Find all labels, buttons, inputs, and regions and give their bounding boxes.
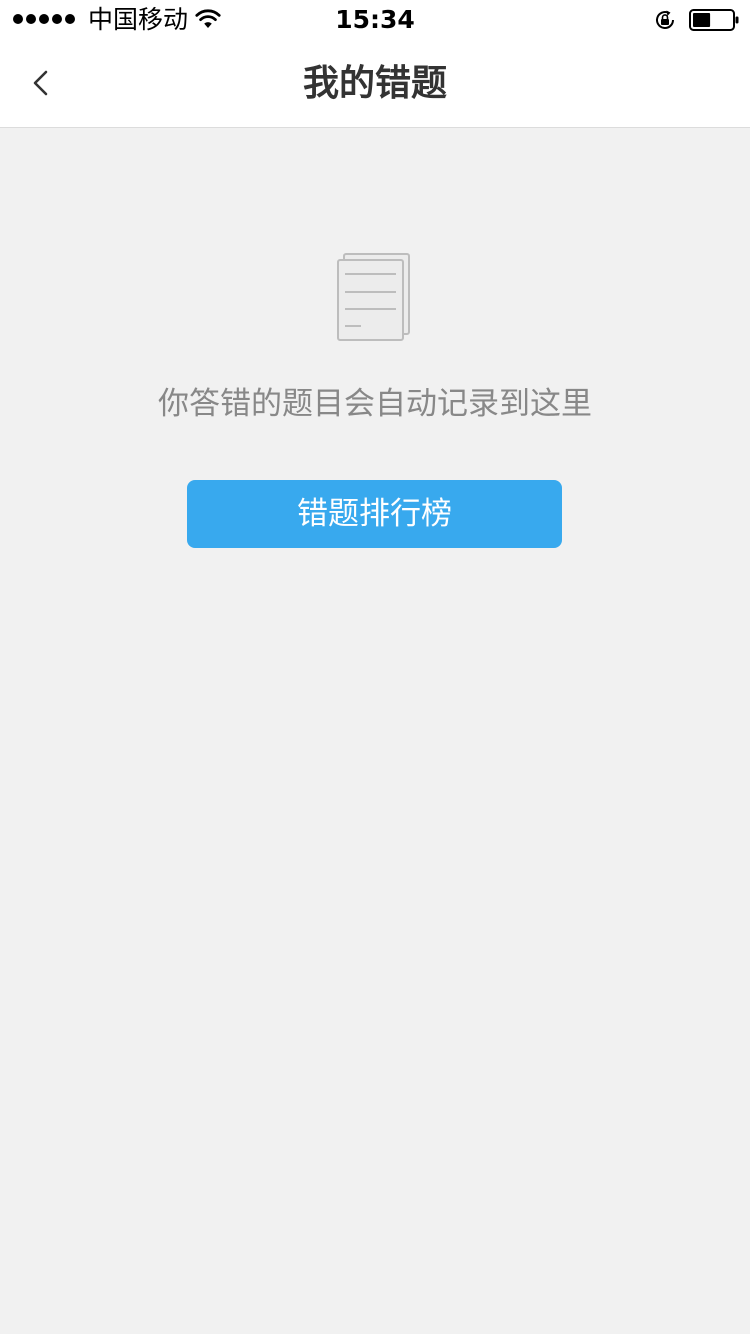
rotation-lock-icon — [656, 10, 674, 29]
chevron-left-icon — [33, 70, 48, 96]
status-bar: 中国移动 15:34 — [0, 0, 750, 40]
back-button[interactable] — [24, 54, 70, 112]
document-stack-icon — [337, 253, 410, 341]
battery-icon — [689, 9, 739, 31]
navigation-bar: 我的错题 — [0, 40, 750, 128]
empty-state-message: 你答错的题目会自动记录到这里 — [158, 386, 592, 422]
status-time: 15:34 — [335, 5, 415, 34]
page-title: 我的错题 — [302, 63, 447, 104]
wrong-question-ranking-button[interactable]: 错题排行榜 — [187, 480, 562, 548]
